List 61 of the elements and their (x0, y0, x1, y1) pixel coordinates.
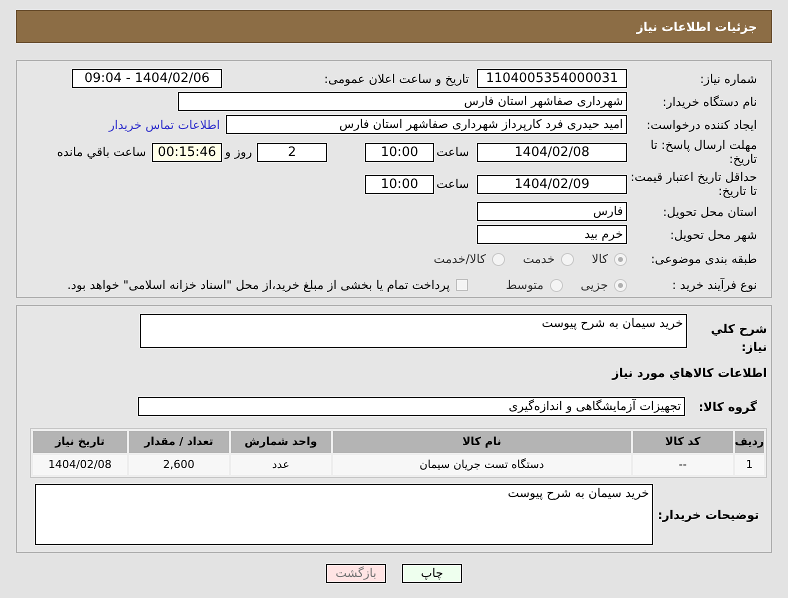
input-field[interactable]: 1104005354000031 (477, 69, 627, 88)
radio-button[interactable] (492, 252, 505, 266)
input-field[interactable]: فارس (477, 202, 627, 221)
column-header: نام کالا (332, 431, 631, 453)
field-label: کالا/خدمت (434, 251, 486, 268)
field-label: استان محل تحویل: (662, 204, 757, 218)
field-label: ساعت (435, 176, 470, 193)
radio-button[interactable] (550, 278, 563, 292)
table-cell: -- (632, 455, 733, 475)
field-label: شرح کلي نياز: (710, 321, 767, 356)
input-field[interactable]: 10:00 (365, 142, 434, 162)
column-header: تعداد / مقدار (128, 431, 229, 453)
field-label: خدمت (522, 251, 555, 268)
table-cell: 1 (734, 455, 764, 475)
input-field[interactable]: 10:00 (365, 174, 434, 194)
input-field[interactable]: 1404/02/08 (477, 142, 627, 162)
field-label: متوسط (506, 277, 544, 294)
field-label: شهر محل تحویل: (669, 228, 757, 242)
table-cell: عدد (230, 455, 331, 475)
countdown-field[interactable]: 00:15:46 (152, 142, 222, 162)
field-label: ایجاد کننده درخواست: (645, 118, 757, 132)
radio-button[interactable] (614, 252, 627, 266)
page-title: جزئیات اطلاعات نیاز (636, 18, 757, 36)
field-label: گروه کالا: (698, 398, 758, 416)
text-area[interactable]: خرید سیمان به شرح پیوست (35, 484, 653, 545)
text-area[interactable]: خرید سیمان به شرح پیوست (140, 314, 687, 348)
column-header: کد کالا (632, 431, 733, 453)
checkbox[interactable] (456, 279, 468, 291)
input-field[interactable]: تجهیزات آزمایشگاهی و اندازه‌گیری (138, 397, 685, 416)
input-field[interactable]: شهرداری صفاشهر استان فارس (178, 92, 627, 111)
column-header: واحد شمارش (230, 431, 331, 453)
field-label: مهلت ارسال پاسخ: تا تاریخ: (649, 138, 757, 166)
table-cell: 2,600 (128, 455, 229, 475)
field-label: حداقل تاریخ اعتبار قیمت: تا تاریخ: (629, 170, 757, 198)
field-label: تاریخ و ساعت اعلان عمومی: (323, 72, 470, 86)
field-label: طبقه بندی موضوعی: (650, 252, 757, 266)
field-label: ساعت (435, 144, 470, 161)
input-field[interactable]: 2 (257, 142, 327, 162)
radio-button[interactable] (614, 278, 627, 292)
input-field[interactable]: خرم بید (477, 225, 627, 244)
column-header: ردیف (734, 431, 764, 453)
table-cell: 1404/02/08 (33, 455, 127, 475)
table-cell: دستگاه تست جریان سیمان (332, 455, 631, 475)
field-label: نوع فرآیند خرید : (671, 278, 757, 292)
section-title: اطلاعات کالاهاي مورد نياز (612, 365, 767, 382)
input-field[interactable]: امید حیدری فرد کارپرداز شهرداری صفاشهر استان فارس (226, 115, 627, 134)
back-button[interactable]: بازگشت (326, 564, 386, 583)
print-button[interactable]: چاپ (402, 564, 462, 583)
field-label: پرداخت تمام یا بخشی از مبلغ خرید،از محل "اسناد خزانه اسلامی" خواهد بود. (67, 277, 450, 294)
input-field[interactable]: 1404/02/06 - 09:04 (72, 69, 222, 88)
field-label: ساعت باقي مانده (56, 144, 147, 161)
field-label: جزیی (580, 277, 608, 294)
contact-link[interactable]: اطلاعات تماس خریدار (108, 116, 220, 134)
column-header: تاریخ نیاز (33, 431, 127, 453)
field-label: شماره نیاز: (699, 72, 757, 86)
field-label: روز و (224, 144, 253, 161)
field-label: نام دستگاه خریدار: (662, 94, 757, 108)
radio-button[interactable] (560, 252, 574, 266)
input-field[interactable]: 1404/02/09 (477, 174, 627, 194)
field-label: توضیحات خریدار: (656, 506, 760, 524)
field-label: کالا (592, 251, 608, 268)
